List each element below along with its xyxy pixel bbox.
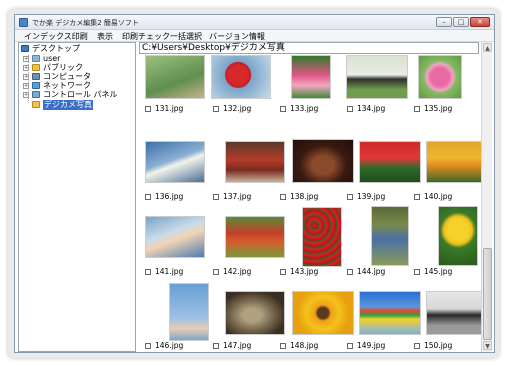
thumbnail-image[interactable] — [211, 55, 271, 99]
app-icon — [19, 18, 28, 27]
minimize-button[interactable]: – — [436, 17, 452, 27]
file-name: 132.jpg — [223, 104, 252, 113]
menu-bar: インデックス印刷 表示 印刷チェック一括選択 バージョン情報 — [15, 30, 494, 42]
file-name: 138.jpg — [290, 192, 319, 201]
tree-item-desktop[interactable]: デスクトップ — [21, 44, 131, 54]
file-name: 149.jpg — [357, 341, 386, 350]
expand-icon[interactable]: + — [23, 74, 29, 80]
thumbnail-image[interactable] — [418, 55, 462, 99]
path-bar[interactable]: C:¥Users¥Desktop¥デジカメ写真 — [139, 42, 479, 54]
file-name: 142.jpg — [223, 267, 252, 276]
thumbnail-grid: 131.jpg 132.jpg 133.jpg 134.jpg 135.jpg … — [139, 55, 481, 352]
tree-item-digicam-photos[interactable]: デジカメ写真 — [23, 100, 131, 110]
file-name: 144.jpg — [357, 267, 386, 276]
file-name: 134.jpg — [357, 104, 386, 113]
file-name: 141.jpg — [155, 267, 184, 276]
thumbnail-image[interactable] — [225, 291, 285, 335]
print-checkbox[interactable] — [414, 194, 420, 200]
expand-icon[interactable]: + — [23, 92, 29, 98]
print-checkbox[interactable] — [213, 343, 219, 349]
tree-item-label: デスクトップ — [32, 44, 80, 53]
file-name: 137.jpg — [223, 192, 252, 201]
tree-item-label: デジカメ写真 — [43, 100, 93, 110]
file-name: 148.jpg — [290, 341, 319, 350]
print-checkbox[interactable] — [347, 194, 353, 200]
file-name: 147.jpg — [223, 341, 252, 350]
desktop-icon — [21, 45, 29, 52]
print-checkbox[interactable] — [347, 343, 353, 349]
thumbnail-image[interactable] — [346, 55, 408, 99]
menu-version-info[interactable]: バージョン情報 — [209, 31, 265, 42]
tree-item-label: コントロール パネル — [43, 90, 118, 99]
print-checkbox[interactable] — [145, 194, 151, 200]
control-panel-icon — [32, 91, 40, 98]
print-checkbox[interactable] — [414, 106, 420, 112]
menu-view[interactable]: 表示 — [97, 31, 113, 42]
thumbnail-image[interactable] — [145, 141, 205, 183]
maximize-button[interactable]: □ — [453, 17, 469, 27]
file-name: 135.jpg — [424, 104, 453, 113]
menu-print-check-select-all[interactable]: 印刷チェック一括選択 — [122, 31, 202, 42]
print-checkbox[interactable] — [280, 194, 286, 200]
thumbnail-image[interactable] — [292, 291, 354, 335]
vertical-scrollbar[interactable]: ▲ ▼ — [481, 42, 492, 352]
thumbnail-image[interactable] — [426, 141, 481, 183]
thumbnail-image[interactable] — [169, 283, 209, 341]
print-checkbox[interactable] — [145, 343, 151, 349]
print-checkbox[interactable] — [145, 106, 151, 112]
folder-icon — [32, 101, 40, 108]
scroll-up-icon[interactable]: ▲ — [483, 43, 492, 52]
expand-icon[interactable]: + — [23, 56, 29, 62]
print-checkbox[interactable] — [414, 269, 420, 275]
print-checkbox[interactable] — [213, 194, 219, 200]
title-bar[interactable]: でか楽 デジカメ編集2 簡易ソフト – □ ✕ — [15, 15, 494, 30]
thumbnail-image[interactable] — [225, 216, 285, 258]
menu-index-print[interactable]: インデックス印刷 — [24, 31, 88, 42]
folder-tree[interactable]: デスクトップ + user + パブリック + コンピュータ + ネットワーク … — [18, 42, 136, 352]
print-checkbox[interactable] — [414, 343, 420, 349]
file-name: 139.jpg — [357, 192, 386, 201]
thumbnail-image[interactable] — [359, 291, 421, 335]
print-checkbox[interactable] — [280, 343, 286, 349]
thumbnail-image[interactable] — [145, 55, 205, 99]
scroll-down-icon[interactable]: ▼ — [483, 341, 492, 350]
thumbnail-image[interactable] — [359, 141, 421, 183]
window-title: でか楽 デジカメ編集2 簡易ソフト — [32, 19, 139, 27]
computer-icon — [32, 73, 40, 80]
close-button[interactable]: ✕ — [470, 17, 490, 27]
thumbnail-image[interactable] — [438, 206, 478, 266]
thumbnail-image[interactable] — [292, 139, 354, 183]
print-checkbox[interactable] — [280, 106, 286, 112]
folder-icon — [32, 64, 40, 71]
thumbnail-image[interactable] — [426, 291, 481, 335]
user-folder-icon — [32, 55, 40, 62]
app-window: でか楽 デジカメ編集2 簡易ソフト – □ ✕ インデックス印刷 表示 印刷チェ… — [14, 14, 495, 353]
expand-icon[interactable]: + — [23, 65, 29, 71]
tree-item-control-panel[interactable]: + コントロール パネル — [23, 90, 131, 100]
file-name: 146.jpg — [155, 341, 184, 350]
file-name: 131.jpg — [155, 104, 184, 113]
network-icon — [32, 82, 40, 89]
print-checkbox[interactable] — [145, 269, 151, 275]
print-checkbox[interactable] — [213, 269, 219, 275]
file-name: 136.jpg — [155, 192, 184, 201]
file-name: 143.jpg — [290, 267, 319, 276]
thumbnail-image[interactable] — [302, 207, 342, 267]
thumbnail-image[interactable] — [225, 141, 285, 183]
file-name: 150.jpg — [424, 341, 453, 350]
print-checkbox[interactable] — [213, 106, 219, 112]
file-name: 140.jpg — [424, 192, 453, 201]
thumbnail-image[interactable] — [145, 216, 205, 258]
thumbnail-image[interactable] — [291, 55, 331, 99]
expand-icon[interactable]: + — [23, 83, 29, 89]
scroll-thumb[interactable] — [483, 248, 492, 340]
file-name: 133.jpg — [290, 104, 319, 113]
file-name: 145.jpg — [424, 267, 453, 276]
print-checkbox[interactable] — [347, 106, 353, 112]
print-checkbox[interactable] — [280, 269, 286, 275]
thumbnail-image[interactable] — [371, 206, 409, 266]
print-checkbox[interactable] — [347, 269, 353, 275]
